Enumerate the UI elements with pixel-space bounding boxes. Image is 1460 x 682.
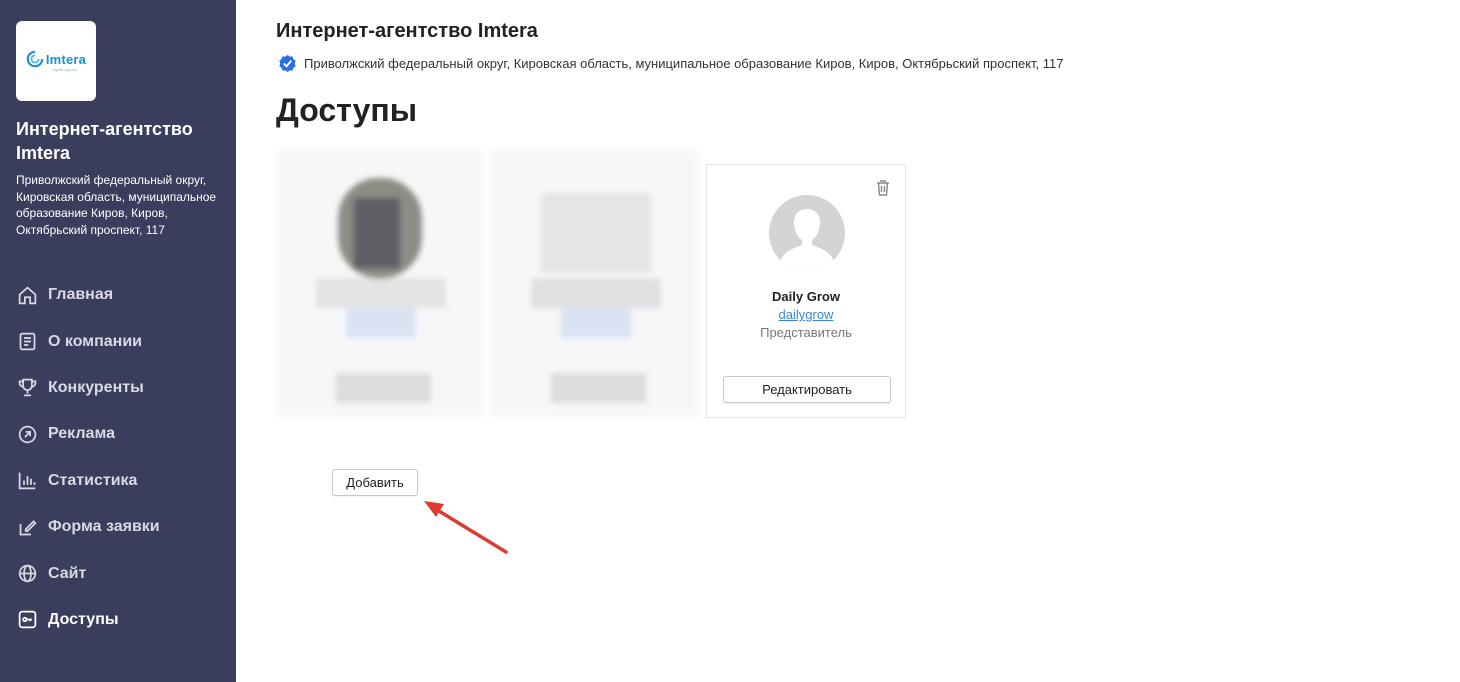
page-title: Доступы (276, 92, 418, 128)
company-address: Приволжский федеральный округ, Кировская… (304, 56, 1064, 71)
sidebar-item-about[interactable]: О компании (0, 318, 236, 364)
user-silhouette-icon (781, 209, 833, 271)
sidebar-item-form[interactable]: Форма заявки (0, 504, 236, 550)
sidebar-item-ads[interactable]: Реклама (0, 411, 236, 457)
access-user-name: Daily Grow (772, 289, 840, 304)
redacted-access-card (491, 148, 699, 418)
arrow-circle-icon (16, 423, 38, 445)
bar-chart-icon (16, 470, 38, 492)
add-button[interactable]: Добавить (332, 469, 418, 496)
sidebar-item-access[interactable]: Доступы (0, 597, 236, 643)
edit-button[interactable]: Редактировать (723, 376, 891, 403)
trash-icon[interactable] (875, 179, 891, 197)
sidebar-item-label: Доступы (48, 610, 119, 628)
annotation-arrow (424, 501, 508, 554)
verified-check-icon (279, 54, 296, 73)
sidebar: Imtera digital agency Интернет-агентство… (0, 0, 236, 682)
sidebar-item-label: Конкуренты (48, 378, 144, 396)
document-icon (16, 331, 38, 353)
sidebar-item-label: Статистика (48, 471, 138, 489)
sidebar-item-label: Форма заявки (48, 518, 160, 536)
sidebar-item-home[interactable]: Главная (0, 272, 236, 318)
pencil-icon (16, 516, 38, 538)
company-title: Интернет-агентство Imtera (276, 20, 538, 42)
access-user-login-link[interactable]: dailygrow (707, 307, 905, 322)
avatar (769, 195, 845, 271)
logo-text: Imtera (45, 51, 87, 67)
trophy-icon (16, 377, 38, 399)
company-logo[interactable]: Imtera digital agency (16, 21, 96, 101)
sidebar-item-label: Главная (48, 286, 114, 304)
redacted-access-card (276, 148, 484, 418)
home-icon (16, 284, 38, 306)
logo-tagline: digital agency (52, 67, 78, 72)
sidebar-company-address: Приволжский федеральный округ, Кировская… (16, 173, 217, 237)
globe-icon (16, 563, 38, 585)
sidebar-nav: Главная О компании Конкуренты Реклама Ст… (0, 272, 236, 643)
sidebar-item-competitors[interactable]: Конкуренты (0, 365, 236, 411)
access-card: Daily Grow dailygrow Представитель Редак… (706, 164, 906, 418)
logo-icon (26, 50, 44, 68)
sidebar-item-label: Реклама (48, 425, 115, 443)
access-user-role: Представитель (760, 325, 852, 340)
sidebar-item-statistics[interactable]: Статистика (0, 458, 236, 504)
sidebar-item-site[interactable]: Сайт (0, 550, 236, 596)
sidebar-item-label: О компании (48, 332, 142, 350)
sidebar-company-name: Интернет-агентство Imtera (16, 119, 193, 163)
key-icon (16, 609, 38, 631)
sidebar-item-label: Сайт (48, 564, 87, 582)
main-content: Интернет-агентство Imtera Приволжский фе… (236, 0, 1460, 682)
